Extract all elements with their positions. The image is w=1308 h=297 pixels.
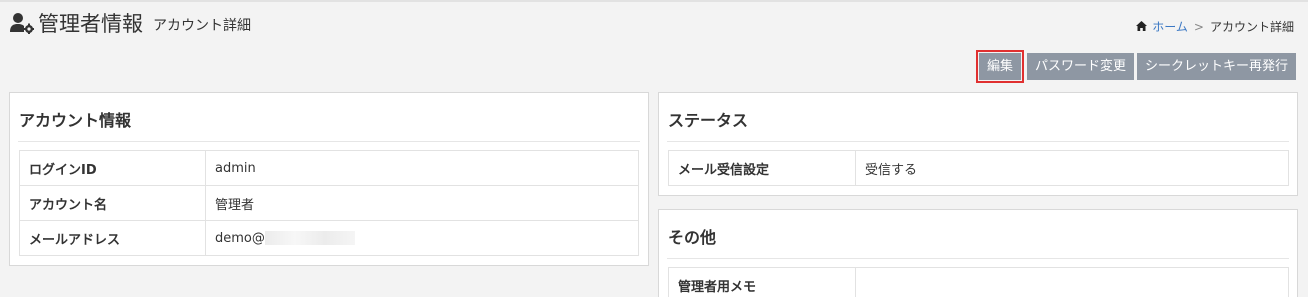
email-cell: demo@ [205,220,639,256]
page-subtitle: アカウント詳細 [153,18,251,34]
login-id-label: ログインID [19,150,206,186]
redacted-area [264,231,355,245]
toolbar: 編集 パスワード変更 シークレットキー再発行 [975,50,1296,83]
divider [18,141,640,142]
admin-memo-label: 管理者用メモ [668,267,856,297]
reissue-secret-key-button[interactable]: シークレットキー再発行 [1136,53,1296,80]
edit-button-highlight: 編集 [975,50,1024,83]
breadcrumb-home-label: ホーム [1152,20,1188,34]
edit-button[interactable]: 編集 [978,53,1021,80]
table-row: アカウント名 管理者 [19,185,639,221]
status-panel: ステータス メール受信設定 受信する [658,92,1298,196]
login-id-value: admin [205,150,639,186]
change-password-button[interactable]: パスワード変更 [1026,53,1134,80]
other-title: その他 [668,228,717,247]
mail-receive-value: 受信する [855,150,1289,186]
page-header: 管理者情報 アカウント詳細 [10,8,251,38]
divider [667,258,1289,259]
email-value: demo@ [215,230,265,246]
account-info-table: ログインID admin アカウント名 管理者 メールアドレス demo@ [19,150,639,256]
account-info-title: アカウント情報 [19,111,132,130]
breadcrumb-separator: > [1193,19,1204,34]
breadcrumb-current: アカウント詳細 [1209,20,1294,34]
page: 管理者情報 アカウント詳細 ホーム > アカウント詳細 編集 パスワード変更 シ… [0,0,1308,297]
other-panel: その他 管理者用メモ [658,209,1298,297]
breadcrumb-home-link[interactable]: ホーム [1136,18,1188,35]
user-gear-icon [10,11,34,35]
other-table: 管理者用メモ [668,267,1289,297]
table-row: メール受信設定 受信する [668,150,1289,186]
account-name-label: アカウント名 [19,185,206,221]
divider [667,141,1289,142]
account-info-panel: アカウント情報 ログインID admin アカウント名 管理者 メールアドレス … [9,92,649,266]
page-title: 管理者情報 [38,12,143,36]
status-title: ステータス [668,111,749,130]
account-name-value: 管理者 [205,185,639,221]
table-row: ログインID admin [19,150,639,186]
email-label: メールアドレス [19,220,206,256]
admin-memo-value [855,267,1289,297]
breadcrumb: ホーム > アカウント詳細 [1136,18,1294,35]
home-icon [1136,20,1152,34]
table-row: 管理者用メモ [668,267,1289,297]
mail-receive-label: メール受信設定 [668,150,856,186]
table-row: メールアドレス demo@ [19,220,639,256]
status-table: メール受信設定 受信する [668,150,1289,186]
top-border [0,0,1308,2]
